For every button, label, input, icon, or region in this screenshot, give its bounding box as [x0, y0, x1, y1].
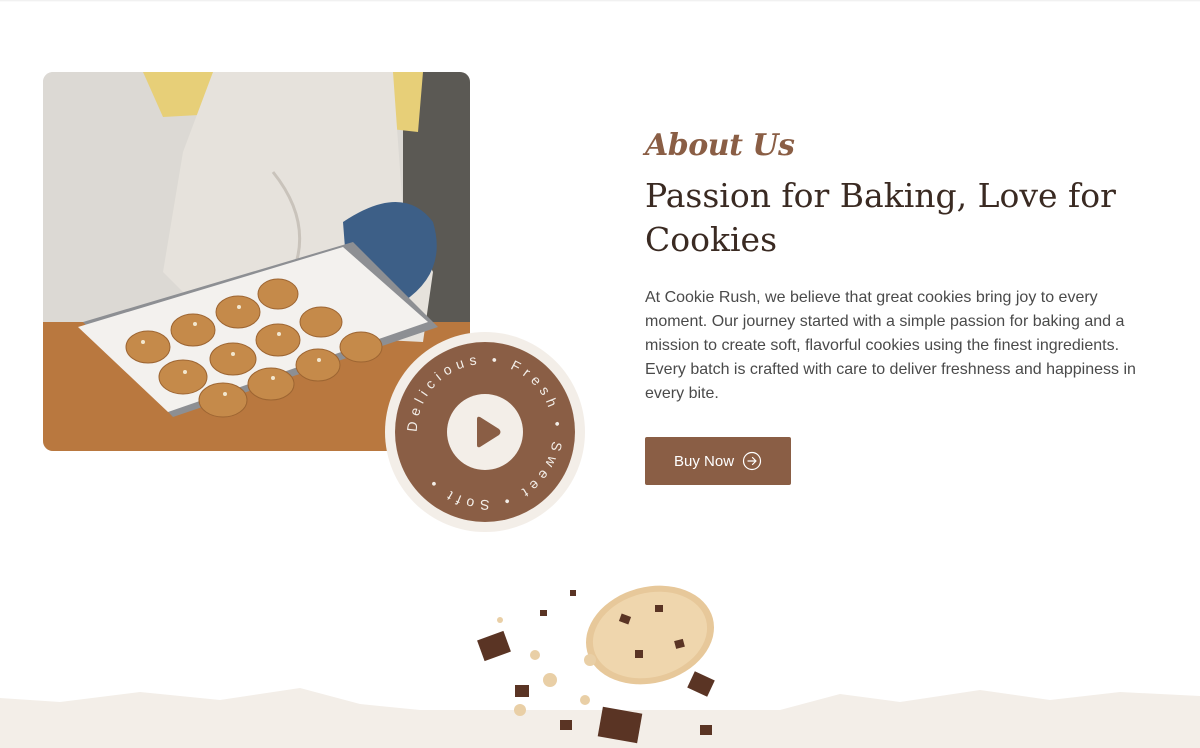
arrow-circle-right-icon: [742, 451, 762, 471]
play-button[interactable]: [447, 394, 523, 470]
section-heading: Passion for Baking, Love for Cookies: [645, 176, 1116, 259]
play-icon: [477, 416, 501, 448]
buy-now-button[interactable]: Buy Now: [645, 437, 792, 485]
badge-circle: Delicious • Fresh • Sweet • Soft •: [395, 342, 575, 522]
about-content: About Us Passion for Baking, Love for Co…: [645, 120, 1165, 485]
section-description: At Cookie Rush, we believe that great co…: [645, 289, 1136, 402]
video-badge: Delicious • Fresh • Sweet • Soft •: [385, 332, 585, 532]
top-divider: [0, 0, 1200, 2]
section-eyebrow: About Us: [645, 128, 795, 163]
broken-cookie-image: [477, 585, 715, 744]
buy-now-label: Buy Now: [674, 452, 735, 470]
